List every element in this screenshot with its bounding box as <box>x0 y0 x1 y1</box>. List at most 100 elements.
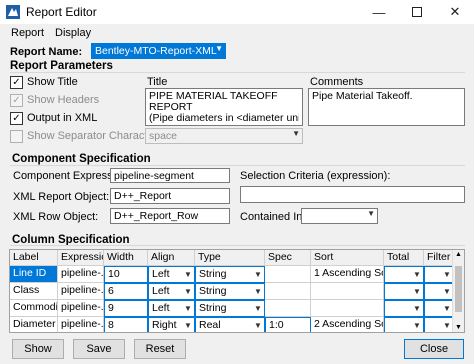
table-cell-dropdown[interactable]: ▼ <box>384 317 424 332</box>
comments-textarea[interactable]: Pipe Material Takeoff. <box>308 88 465 126</box>
table-cell[interactable]: pipeline-... <box>58 266 104 283</box>
selection-criteria-label: Selection Criteria (expression): <box>240 170 391 182</box>
header-sort[interactable]: Sort <box>311 250 384 266</box>
scroll-down-icon[interactable]: ▼ <box>455 324 462 331</box>
comments-value: Pipe Material Takeoff. <box>312 90 413 102</box>
table-cell[interactable]: 9 <box>104 300 148 317</box>
table-cell-dropdown[interactable]: String ▼ <box>195 283 265 300</box>
table-cell-dropdown[interactable]: ▼ <box>384 300 424 317</box>
chevron-down-icon: ▼ <box>254 270 262 279</box>
contained-in-label: Contained In: <box>240 211 306 223</box>
chevron-down-icon: ▼ <box>184 321 192 330</box>
header-label[interactable]: Label <box>10 250 58 266</box>
table-cell-dropdown[interactable]: Real ▼ <box>195 317 265 332</box>
table-cell[interactable]: pipeline-... <box>58 283 104 300</box>
xml-row-object-label: XML Row Object: <box>13 211 99 223</box>
chevron-down-icon: ▼ <box>184 270 192 279</box>
header-align[interactable]: Align <box>148 250 195 266</box>
cell-value: String <box>199 268 227 280</box>
title-textarea[interactable]: PIPE MATERIAL TAKEOFF REPORT (Pipe diame… <box>145 88 303 126</box>
show-title-label: Show Title <box>27 76 78 88</box>
scroll-thumb[interactable] <box>455 266 462 312</box>
header-spec[interactable]: Spec <box>265 250 311 266</box>
table-cell[interactable] <box>311 300 384 317</box>
report-editor-icon <box>6 5 20 19</box>
report-name-combo[interactable]: Bentley-MTO-Report-XML ▼ <box>91 43 226 59</box>
table-cell[interactable] <box>265 283 311 300</box>
table-cell-dropdown[interactable]: Right ▼ <box>148 317 195 332</box>
table-cell-dropdown[interactable]: ▼ <box>384 266 424 283</box>
grid-scrollbar[interactable]: ▲ ▼ <box>452 250 464 332</box>
chevron-down-icon: ▼ <box>413 270 421 279</box>
reset-button[interactable]: Reset <box>134 339 186 359</box>
header-total[interactable]: Total <box>384 250 424 266</box>
maximize-icon[interactable] <box>398 0 436 24</box>
show-separator-checkbox[interactable] <box>10 130 23 143</box>
table-row[interactable]: Class <box>10 283 58 300</box>
cell-value: Real <box>199 319 221 331</box>
cell-value: String <box>199 285 227 297</box>
cell-value: Left <box>152 268 170 280</box>
output-xml-checkbox[interactable]: ✓ <box>10 112 23 125</box>
table-cell-dropdown[interactable]: ▼ <box>424 317 454 332</box>
chevron-down-icon: ▼ <box>215 44 223 53</box>
table-cell[interactable]: 1:0 <box>265 317 311 332</box>
table-cell[interactable] <box>265 300 311 317</box>
table-cell[interactable]: pipeline-... <box>58 317 104 332</box>
table-cell-dropdown[interactable]: Left ▼ <box>148 300 195 317</box>
cell-value: Left <box>152 302 170 314</box>
xml-row-object-input[interactable]: D++_Report_Row <box>110 208 230 224</box>
component-expression-value: pipeline-segment <box>114 170 194 182</box>
xml-report-object-input[interactable]: D++_Report <box>110 188 230 204</box>
chevron-down-icon: ▼ <box>184 287 192 296</box>
show-button[interactable]: Show <box>12 339 64 359</box>
table-cell[interactable]: pipeline-... <box>58 300 104 317</box>
comments-label: Comments <box>310 76 364 88</box>
column-grid[interactable]: Label Expression Width Align Type Spec S… <box>9 249 465 333</box>
close-button[interactable]: Close <box>404 339 464 359</box>
title-line-3: (Pipe diameters in <diameter units>) <box>149 113 299 124</box>
table-cell-dropdown[interactable]: String ▼ <box>195 266 265 283</box>
table-cell-dropdown[interactable]: ▼ <box>424 283 454 300</box>
table-cell-dropdown[interactable]: Left ▼ <box>148 283 195 300</box>
header-expression[interactable]: Expression <box>58 250 104 266</box>
chevron-down-icon: ▼ <box>292 129 300 138</box>
table-cell[interactable]: 10 <box>104 266 148 283</box>
header-filter[interactable]: Filter <box>424 250 454 266</box>
table-cell[interactable]: 1 Ascending Sort <box>311 266 384 283</box>
cell-value: Left <box>152 285 170 297</box>
save-button[interactable]: Save <box>73 339 125 359</box>
table-cell-dropdown[interactable]: Left ▼ <box>148 266 195 283</box>
header-type[interactable]: Type <box>195 250 265 266</box>
table-cell[interactable] <box>311 283 384 300</box>
table-cell[interactable]: 6 <box>104 283 148 300</box>
show-headers-checkbox[interactable]: ✓ <box>10 94 23 107</box>
minimize-icon[interactable]: — <box>360 0 398 24</box>
component-spec-heading: Component Specification <box>12 153 151 165</box>
report-name-value: Bentley-MTO-Report-XML <box>95 45 217 57</box>
table-cell-dropdown[interactable]: String ▼ <box>195 300 265 317</box>
menu-report[interactable]: Report <box>11 27 44 39</box>
table-cell-dropdown[interactable]: ▼ <box>424 266 454 283</box>
table-cell[interactable] <box>265 266 311 283</box>
table-cell-dropdown[interactable]: ▼ <box>424 300 454 317</box>
close-icon[interactable]: ✕ <box>436 0 474 24</box>
header-width[interactable]: Width <box>104 250 148 266</box>
xml-report-object-value: D++_Report <box>114 190 172 202</box>
contained-in-select[interactable]: ▼ <box>301 208 378 224</box>
scroll-up-icon[interactable]: ▲ <box>455 251 462 258</box>
table-row[interactable]: Commodity <box>10 300 58 317</box>
divider <box>10 245 465 246</box>
chevron-down-icon: ▼ <box>413 304 421 313</box>
table-cell-dropdown[interactable]: ▼ <box>384 283 424 300</box>
component-expression-input[interactable]: pipeline-segment <box>110 168 230 183</box>
report-parameters-heading: Report Parameters <box>10 60 113 72</box>
table-row[interactable]: Diameter <box>10 317 58 332</box>
menu-display[interactable]: Display <box>55 27 91 39</box>
table-row[interactable]: Line ID <box>10 266 58 283</box>
separator-select[interactable]: space ▼ <box>145 128 303 144</box>
table-cell[interactable]: 2 Ascending Sort <box>311 317 384 332</box>
show-title-checkbox[interactable]: ✓ <box>10 76 23 89</box>
selection-criteria-input[interactable] <box>240 186 465 203</box>
table-cell[interactable]: 8 <box>104 317 148 332</box>
